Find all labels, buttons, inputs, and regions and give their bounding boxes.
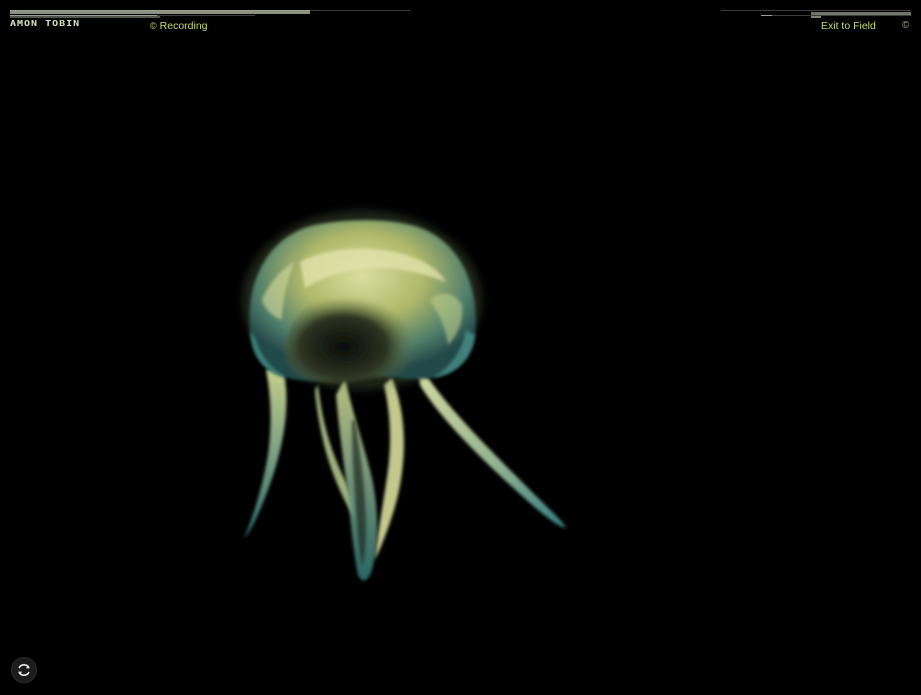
stage: AMON TOBIN © Recording Exit to Field © <box>0 0 921 695</box>
jellyfish-creature <box>242 210 566 581</box>
reload-icon <box>18 664 30 676</box>
tentacle-left <box>244 365 287 538</box>
tentacle-center-right <box>375 378 404 560</box>
reload-button[interactable] <box>11 657 37 683</box>
tentacle-right <box>418 362 566 528</box>
